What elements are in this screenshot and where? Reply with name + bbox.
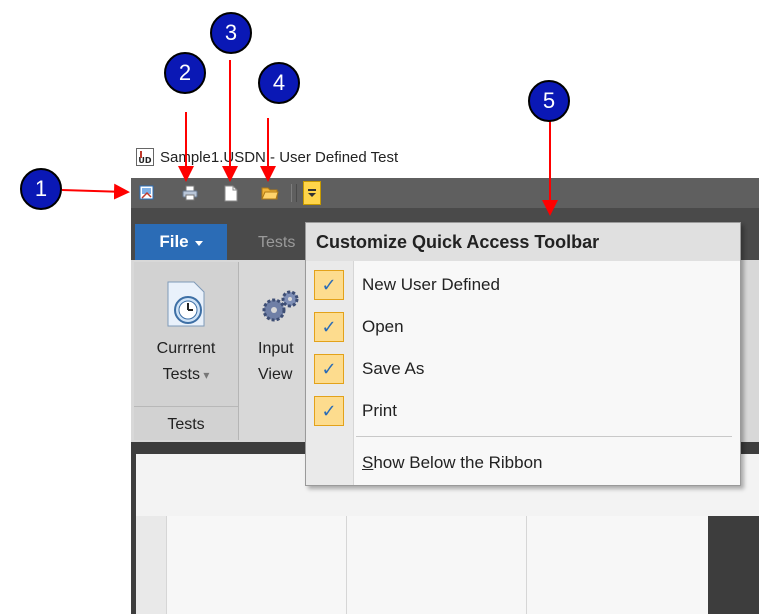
menu-item-save-as[interactable]: ✓ Save As — [306, 349, 740, 389]
open-folder-icon[interactable] — [259, 182, 281, 204]
customize-qat-menu: Customize Quick Access Toolbar ✓ New Use… — [305, 222, 741, 486]
window-title-bar: UD Sample1.USDN - User Defined Test — [136, 146, 398, 168]
current-tests-label: Currrent — [156, 340, 216, 357]
workspace-cell — [166, 516, 346, 614]
menu-title: Customize Quick Access Toolbar — [306, 223, 740, 261]
workspace-cell — [526, 516, 708, 614]
input-view-label: Input — [258, 340, 294, 357]
callout-1: 1 — [20, 168, 62, 210]
ribbon-group-label-tests: Tests — [167, 416, 205, 433]
ribbon-group-divider — [134, 406, 238, 407]
toolbar-separator — [291, 184, 297, 202]
menu-item-label: Print — [362, 401, 397, 420]
row-header-strip — [136, 516, 166, 614]
current-tests-button[interactable]: Currrent Tests ▾ — [134, 268, 238, 402]
menu-item-new-user-defined[interactable]: ✓ New User Defined — [306, 265, 740, 305]
menu-item-open[interactable]: ✓ Open — [306, 307, 740, 347]
menu-item-label: Save As — [362, 359, 425, 378]
callout-5: 5 — [528, 80, 570, 122]
current-tests-label-2: Tests ▾ — [162, 366, 210, 383]
check-icon: ✓ — [314, 354, 344, 384]
customize-dropdown-icon[interactable] — [303, 181, 321, 205]
menu-item-label: New User Defined — [362, 275, 500, 294]
file-tab[interactable]: File — [135, 224, 227, 260]
window-title: Sample1.USDN - User Defined Test — [160, 148, 399, 166]
app-icon: UD — [136, 148, 154, 166]
gears-icon — [260, 290, 300, 329]
menu-item-label: Show Below the Ribbon — [362, 453, 543, 472]
check-icon: ✓ — [314, 312, 344, 342]
current-tests-icon — [164, 280, 208, 333]
menu-divider — [356, 436, 732, 437]
new-user-defined-icon[interactable] — [136, 182, 158, 204]
tab-tests[interactable]: Tests — [258, 234, 295, 252]
callout-3: 3 — [210, 12, 252, 54]
check-icon: ✓ — [314, 270, 344, 300]
menu-item-label: Open — [362, 317, 404, 336]
callout-2: 2 — [164, 52, 206, 94]
workspace-cell — [346, 516, 526, 614]
print-icon[interactable] — [179, 182, 201, 204]
callout-4: 4 — [258, 62, 300, 104]
input-view-label-2: View — [258, 366, 293, 383]
quick-access-toolbar — [131, 178, 759, 208]
check-icon: ✓ — [314, 396, 344, 426]
menu-item-show-below-ribbon[interactable]: Show Below the Ribbon — [306, 443, 740, 483]
save-as-icon[interactable] — [220, 182, 242, 204]
chevron-down-icon — [194, 240, 203, 246]
input-view-button[interactable]: Input View — [248, 268, 308, 402]
menu-item-print[interactable]: ✓ Print — [306, 391, 740, 431]
